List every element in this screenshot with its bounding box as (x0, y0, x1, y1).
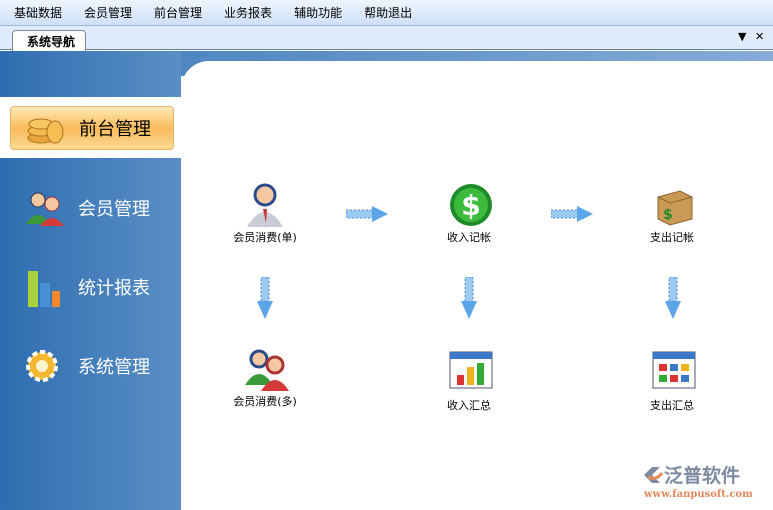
node-label: 支出汇总 (650, 399, 694, 412)
arrow-down-icon (665, 277, 681, 319)
svg-text:$: $ (461, 189, 480, 222)
arrow-down-icon (461, 277, 477, 319)
tab-dropdown-icon[interactable]: ▼ (738, 30, 746, 43)
grid-window-icon (652, 351, 696, 395)
svg-text:$: $ (663, 207, 673, 223)
user-icon (245, 183, 285, 227)
users-icon (24, 190, 66, 226)
menu-help-exit[interactable]: 帮助退出 (358, 4, 422, 21)
sidebar-item-label: 统计报表 (78, 278, 150, 299)
node-label: 支出记帐 (650, 231, 694, 244)
sidebar-item-label: 系统管理 (78, 357, 150, 378)
fanpusoft-logo: 泛普软件 www.fanpusoft.com (643, 464, 753, 500)
coins-icon (25, 110, 67, 146)
svg-text:泛普软件: 泛普软件 (664, 464, 740, 487)
gear-icon (24, 348, 66, 384)
node-label: 会员消费(多) (233, 395, 297, 408)
menu-member-management[interactable]: 会员管理 (78, 4, 142, 21)
arrow-right-icon (551, 206, 593, 222)
member-consume-multi[interactable]: 会员消费(多) (210, 347, 320, 409)
node-label: 会员消费(单) (233, 231, 297, 244)
income-summary[interactable]: 收入汇总 (414, 351, 524, 413)
income-entry[interactable]: $ 收入记帐 (414, 183, 524, 245)
menu-bar: 基础数据 会员管理 前台管理 业务报表 辅助功能 帮助退出 (0, 0, 773, 26)
menu-basic-data[interactable]: 基础数据 (8, 4, 72, 21)
bar-chart-icon (24, 269, 66, 307)
expense-entry[interactable]: $ 支出记帐 (617, 183, 727, 245)
arrow-down-icon (257, 277, 273, 319)
menu-tools[interactable]: 辅助功能 (288, 4, 352, 21)
money-box-icon: $ (652, 183, 693, 227)
svg-text:www.fanpusoft.com: www.fanpusoft.com (643, 489, 753, 500)
menu-front-desk[interactable]: 前台管理 (148, 4, 212, 21)
node-label: 收入汇总 (447, 399, 491, 412)
member-consume-single[interactable]: 会员消费(单) (210, 183, 320, 245)
expense-summary[interactable]: 支出汇总 (617, 351, 727, 413)
sidebar-item-system[interactable]: 系统管理 (10, 344, 174, 388)
arrow-right-icon (346, 206, 388, 222)
sidebar-item-statistics[interactable]: 统计报表 (10, 265, 174, 309)
sidebar-item-label: 会员管理 (78, 199, 150, 220)
sidebar-item-label: 前台管理 (79, 119, 151, 140)
menu-reports[interactable]: 业务报表 (218, 4, 282, 21)
node-label: 收入记帐 (447, 231, 491, 244)
close-icon[interactable]: ✕ (755, 30, 764, 43)
sidebar-item-members[interactable]: 会员管理 (10, 186, 174, 230)
tab-bar: 系统导航 ▼ ✕ (0, 26, 773, 51)
sidebar-item-front-desk[interactable]: 前台管理 (10, 106, 174, 150)
users-icon (245, 347, 289, 391)
dollar-icon: $ (449, 183, 492, 227)
chart-window-icon (449, 351, 493, 395)
tab-system-navigation[interactable]: 系统导航 (12, 30, 87, 51)
